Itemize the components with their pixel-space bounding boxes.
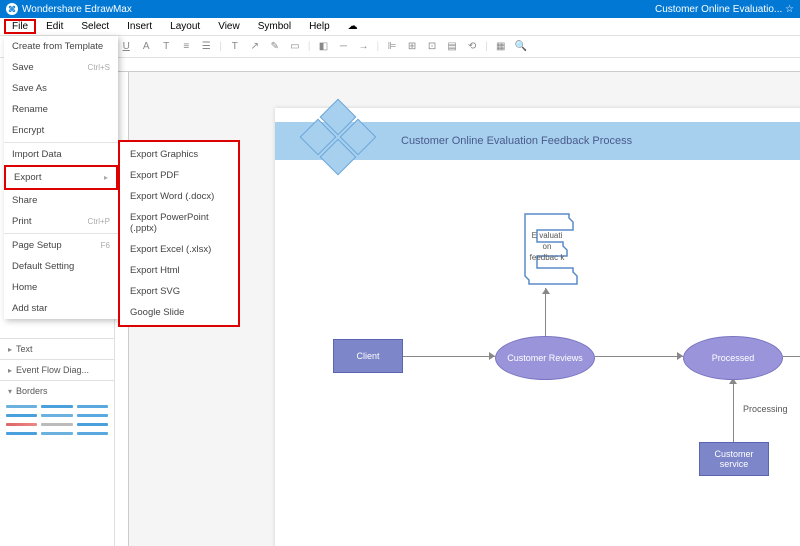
border-style[interactable]	[41, 414, 72, 417]
connector	[545, 288, 546, 336]
sidebar-borders-section[interactable]: ▾ Borders	[0, 380, 114, 401]
menu-insert[interactable]: Insert	[119, 19, 160, 34]
borders-palette	[0, 401, 114, 439]
font-color-icon[interactable]: T	[159, 40, 173, 54]
file-menu-item[interactable]: Default Setting	[4, 256, 118, 277]
file-menu-item[interactable]: Share	[4, 190, 118, 211]
shape-triangle[interactable]	[4, 320, 26, 334]
border-style[interactable]	[6, 423, 37, 426]
canvas-page[interactable]: Customer Online Evaluation Feedback Proc…	[275, 108, 800, 546]
fill-icon[interactable]: ◧	[316, 40, 330, 54]
rotate-icon[interactable]: ⟲	[465, 40, 479, 54]
node-processed[interactable]: Processed	[683, 336, 783, 380]
arrow-style-icon[interactable]: →	[356, 40, 370, 54]
export-menu-item[interactable]: Export Graphics	[120, 144, 238, 165]
e-shape[interactable]: E valuati on feedbac k	[515, 210, 579, 288]
border-style[interactable]	[77, 405, 108, 408]
banner: Customer Online Evaluation Feedback Proc…	[275, 122, 800, 160]
pen-icon[interactable]: ✎	[268, 40, 282, 54]
export-menu-item[interactable]: Export SVG	[120, 281, 238, 302]
align-left-icon[interactable]: ⊫	[385, 40, 399, 54]
menu-select[interactable]: Select	[73, 19, 117, 34]
e-shape-label: E valuati on feedbac k	[529, 230, 565, 263]
menu-cloud-icon[interactable]: ☁	[340, 19, 366, 34]
app-name: Wondershare EdrawMax	[22, 4, 132, 15]
file-menu-item[interactable]: Export▸	[4, 165, 118, 190]
distribute-icon[interactable]: ⊞	[405, 40, 419, 54]
ruler-horizontal	[115, 58, 800, 72]
file-menu-dropdown: Create from TemplateSaveCtrl+SSave AsRen…	[4, 36, 118, 319]
file-menu-item[interactable]: SaveCtrl+S	[4, 57, 118, 78]
chevron-right-icon: ▸	[8, 345, 12, 354]
node-reviews[interactable]: Customer Reviews	[495, 336, 595, 380]
menu-file[interactable]: File	[4, 19, 36, 34]
sidebar-text-section[interactable]: ▸ Text	[0, 338, 114, 359]
file-menu-item[interactable]: Add star	[4, 298, 118, 319]
search-icon[interactable]: 🔍	[514, 40, 528, 54]
file-menu-item[interactable]: Import Data	[4, 144, 118, 165]
sidebar-eventflow-section[interactable]: ▸ Event Flow Diag...	[0, 359, 114, 380]
doc-title: Customer Online Evaluatio... ☆	[655, 4, 794, 15]
menu-edit[interactable]: Edit	[38, 19, 71, 34]
connector	[595, 356, 683, 357]
shape-tool-icon[interactable]: ▭	[288, 40, 302, 54]
border-style[interactable]	[77, 423, 108, 426]
border-style[interactable]	[6, 432, 37, 435]
line-style-icon[interactable]: ─	[336, 40, 350, 54]
border-style[interactable]	[77, 414, 108, 417]
node-customer-service[interactable]: Customer service	[699, 442, 769, 476]
connector-icon[interactable]: ↗	[248, 40, 262, 54]
chevron-down-icon: ▾	[8, 387, 12, 396]
export-menu-item[interactable]: Export Html	[120, 260, 238, 281]
connector	[403, 356, 495, 357]
file-menu-item[interactable]: Rename	[4, 99, 118, 120]
list-icon[interactable]: ☰	[199, 40, 213, 54]
border-style[interactable]	[41, 405, 72, 408]
export-submenu: Export GraphicsExport PDFExport Word (.d…	[118, 140, 240, 327]
arrow-head-icon	[542, 288, 550, 294]
export-menu-item[interactable]: Google Slide	[120, 302, 238, 323]
node-client[interactable]: Client	[333, 339, 403, 373]
border-style[interactable]	[6, 414, 37, 417]
font-a-icon[interactable]: A	[139, 40, 153, 54]
chevron-right-icon: ▸	[8, 366, 12, 375]
toolbar: ↶ ↷ | 10 | B I U A T ≡ ☰ | T ↗ ✎ ▭ | ◧ ─…	[0, 36, 800, 58]
menu-view[interactable]: View	[210, 19, 248, 34]
menu-symbol[interactable]: Symbol	[250, 19, 299, 34]
align-icon[interactable]: ≡	[179, 40, 193, 54]
connector-label: Processing	[743, 404, 788, 414]
border-style[interactable]	[6, 405, 37, 408]
banner-title: Customer Online Evaluation Feedback Proc…	[401, 135, 632, 147]
menu-layout[interactable]: Layout	[162, 19, 208, 34]
file-menu-item[interactable]: Encrypt	[4, 120, 118, 141]
layer-icon[interactable]: ▤	[445, 40, 459, 54]
text-tool-icon[interactable]: T	[228, 40, 242, 54]
group-icon[interactable]: ⊡	[425, 40, 439, 54]
connector	[783, 356, 800, 357]
image-icon[interactable]: ▦	[494, 40, 508, 54]
menu-help[interactable]: Help	[301, 19, 338, 34]
file-menu-item[interactable]: PrintCtrl+P	[4, 211, 118, 232]
export-menu-item[interactable]: Export PowerPoint (.pptx)	[120, 207, 238, 239]
export-menu-item[interactable]: Export PDF	[120, 165, 238, 186]
banner-diamond-icon	[305, 104, 371, 170]
app-logo-icon: ⌘	[6, 3, 18, 15]
border-style[interactable]	[41, 423, 72, 426]
border-style[interactable]	[77, 432, 108, 435]
border-style[interactable]	[41, 432, 72, 435]
file-menu-item[interactable]: Create from Template	[4, 36, 118, 57]
menu-bar: File Edit Select Insert Layout View Symb…	[0, 18, 800, 36]
file-menu-item[interactable]: Home	[4, 277, 118, 298]
export-menu-item[interactable]: Export Excel (.xlsx)	[120, 239, 238, 260]
underline-icon[interactable]: U	[119, 40, 133, 54]
title-bar: ⌘ Wondershare EdrawMax Customer Online E…	[0, 0, 800, 18]
file-menu-item[interactable]: Page SetupF6	[4, 235, 118, 256]
export-menu-item[interactable]: Export Word (.docx)	[120, 186, 238, 207]
connector	[733, 378, 734, 442]
file-menu-item[interactable]: Save As	[4, 78, 118, 99]
